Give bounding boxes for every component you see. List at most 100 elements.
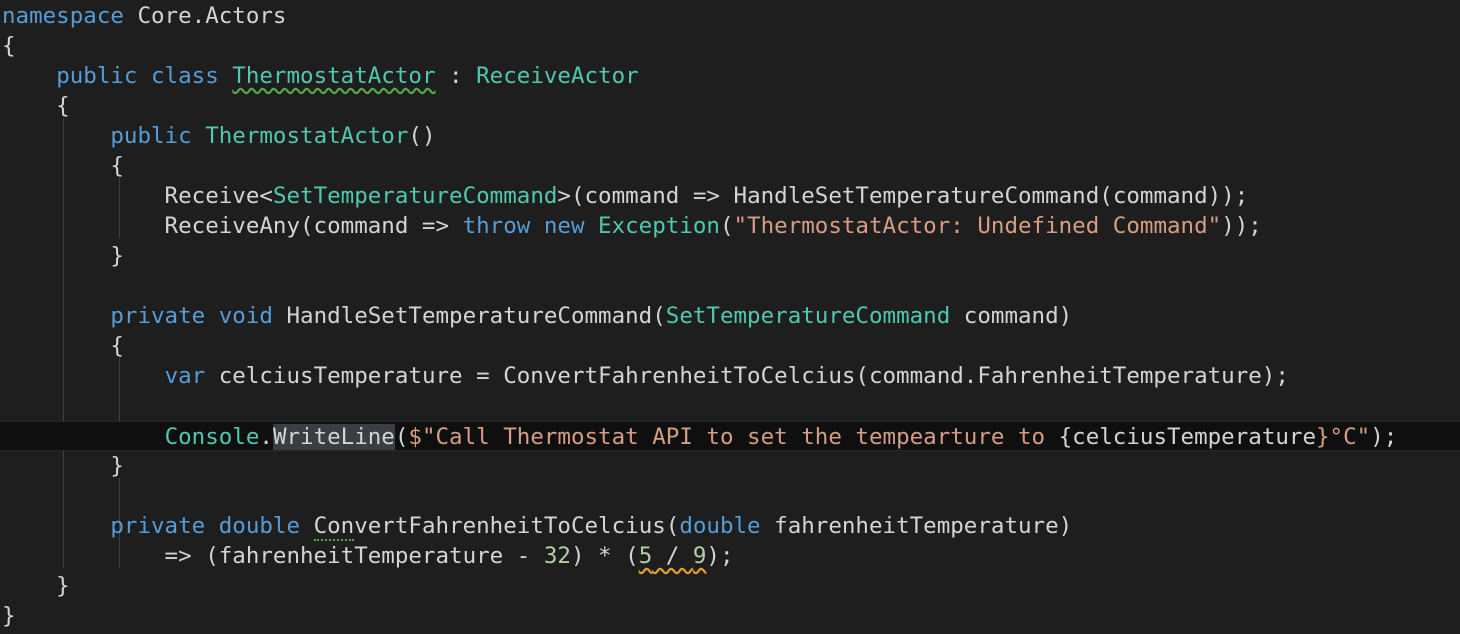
code-token: ReceiveActor xyxy=(476,63,639,89)
code-line[interactable] xyxy=(0,481,1460,511)
code-token: {celciusTemperature xyxy=(1058,424,1317,450)
code-token: } xyxy=(2,603,16,629)
code-line-text: { xyxy=(2,151,124,181)
code-token: => (fahrenheitTemperature - xyxy=(2,543,544,569)
code-line-text: => (fahrenheitTemperature - 32) * (5 / 9… xyxy=(2,541,734,571)
code-line-text: public ThermostatActor() xyxy=(2,121,436,151)
code-token: ( xyxy=(394,424,409,450)
code-line-text: ReceiveAny(command => throw new Exceptio… xyxy=(2,211,1262,241)
code-token: / xyxy=(652,543,693,569)
code-token: Exception xyxy=(598,213,720,239)
code-line-text: Receive<SetTemperatureCommand>(command =… xyxy=(2,181,1249,211)
code-line-text: { xyxy=(2,31,16,61)
code-token: Con xyxy=(313,513,355,541)
code-token: { xyxy=(2,153,124,179)
code-token: Core.Actors xyxy=(123,3,287,29)
code-token: )); xyxy=(1221,213,1262,239)
code-token: ThermostatActor xyxy=(205,123,409,149)
code-token: SetTemperatureCommand xyxy=(665,303,951,329)
code-line[interactable]: } xyxy=(0,241,1460,271)
code-token: 5 xyxy=(638,543,653,569)
code-line-text: } xyxy=(2,571,70,601)
code-token: } xyxy=(2,573,70,599)
code-line-text: private void HandleSetTemperatureCommand… xyxy=(2,301,1072,331)
code-token: var xyxy=(164,363,206,389)
code-line-text: { xyxy=(2,91,70,121)
code-token: >(command => HandleSetTemperatureCommand… xyxy=(557,183,1249,209)
code-token: } xyxy=(2,243,124,269)
code-token: { xyxy=(2,333,124,359)
code-token: new xyxy=(543,213,585,239)
code-token: ReceiveAny(command => xyxy=(2,213,463,239)
code-token: () xyxy=(408,123,436,149)
code-token: class xyxy=(151,63,219,89)
code-token: ThermostatActor xyxy=(232,63,436,89)
code-line[interactable]: private void HandleSetTemperatureCommand… xyxy=(0,301,1460,331)
code-token: private xyxy=(110,303,206,329)
code-token: }°C" xyxy=(1316,424,1371,450)
code-line[interactable]: public ThermostatActor() xyxy=(0,121,1460,151)
code-line-text: private double ConvertFahrenheitToCelciu… xyxy=(2,511,1072,541)
code-line-text: { xyxy=(2,331,124,361)
code-line[interactable]: } xyxy=(0,601,1460,631)
code-line-text: namespace Core.Actors xyxy=(2,1,286,31)
code-line[interactable]: public class ThermostatActor : ReceiveAc… xyxy=(0,61,1460,91)
code-line-text: var celciusTemperature = ConvertFahrenhe… xyxy=(2,361,1289,391)
code-line[interactable]: namespace Core.Actors xyxy=(0,1,1460,31)
code-token: throw xyxy=(462,213,531,239)
code-line[interactable]: { xyxy=(0,151,1460,181)
code-line[interactable]: => (fahrenheitTemperature - 32) * (5 / 9… xyxy=(0,541,1460,571)
code-token: fahrenheitTemperature) xyxy=(760,513,1073,539)
code-token: $"Call Thermostat API to set the tempear… xyxy=(408,424,1059,450)
code-token: ); xyxy=(1370,424,1398,450)
code-line[interactable]: var celciusTemperature = ConvertFahrenhe… xyxy=(0,361,1460,391)
code-token: Receive< xyxy=(2,183,273,209)
code-token: public xyxy=(110,123,192,149)
code-token: command) xyxy=(950,303,1073,329)
code-line[interactable]: Receive<SetTemperatureCommand>(command =… xyxy=(0,181,1460,211)
code-line[interactable] xyxy=(0,391,1460,421)
code-token: public xyxy=(56,63,138,89)
code-line[interactable]: { xyxy=(0,91,1460,121)
code-line[interactable]: } xyxy=(0,451,1460,481)
code-token: . xyxy=(259,424,273,450)
code-token: Console xyxy=(164,424,260,450)
code-token: ); xyxy=(706,543,734,569)
code-token: "ThermostatActor: Undefined Command" xyxy=(733,213,1222,239)
code-line[interactable]: } xyxy=(0,571,1460,601)
code-token: namespace xyxy=(2,3,124,29)
code-line[interactable]: private double ConvertFahrenheitToCelciu… xyxy=(0,511,1460,541)
code-token: SetTemperatureCommand xyxy=(272,183,558,209)
code-token: 9 xyxy=(692,543,707,569)
code-line-text: } xyxy=(2,241,124,271)
code-token: vertFahrenheitToCelcius( xyxy=(354,513,680,539)
code-line-text: } xyxy=(2,451,124,481)
code-line[interactable]: Console.WriteLine($"Call Thermostat API … xyxy=(0,421,1460,451)
code-token: { xyxy=(2,93,70,119)
code-line[interactable]: { xyxy=(0,331,1460,361)
code-line[interactable]: ReceiveAny(command => throw new Exceptio… xyxy=(0,211,1460,241)
code-token: double xyxy=(218,513,301,539)
code-editor[interactable]: namespace Core.Actors{ public class Ther… xyxy=(0,0,1460,634)
code-token: 32 xyxy=(543,543,571,569)
code-token: private xyxy=(110,513,206,539)
code-token: } xyxy=(2,453,124,479)
code-line-text: public class ThermostatActor : ReceiveAc… xyxy=(2,61,639,91)
code-line[interactable]: { xyxy=(0,31,1460,61)
code-token: ) * ( xyxy=(570,543,639,569)
code-token: ( xyxy=(719,213,734,239)
code-token: : xyxy=(435,63,477,89)
code-line[interactable] xyxy=(0,271,1460,301)
